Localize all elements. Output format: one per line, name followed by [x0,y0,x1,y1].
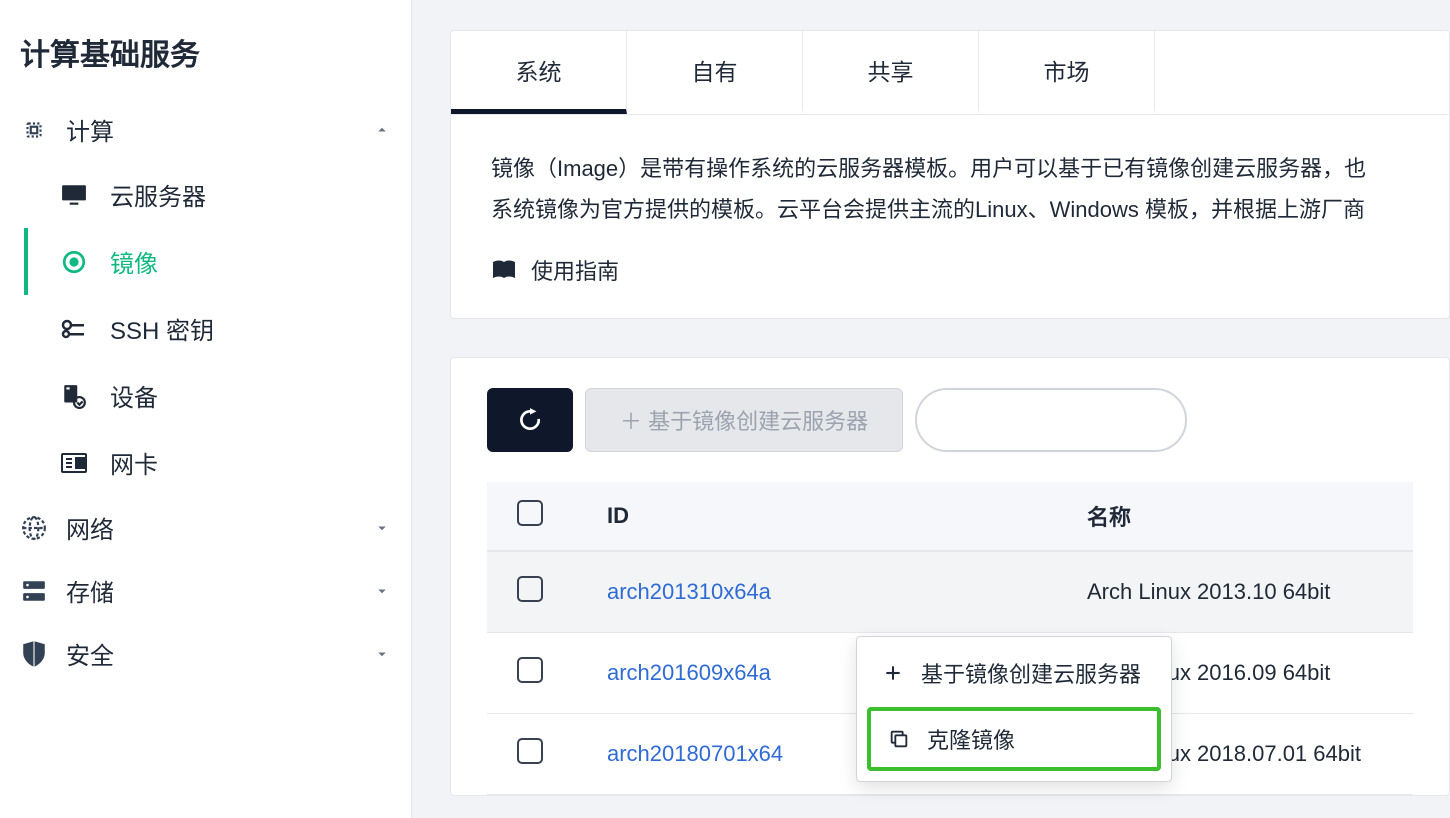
tab-shared[interactable]: 共享 [803,31,979,114]
main-content: 系统 自有 共享 市场 镜像（Image）是带有操作系统的云服务器模板。用户可以… [412,0,1450,818]
plus-icon [879,663,907,683]
copy-icon [885,728,913,750]
toolbar: ＋ 基于镜像创建云服务器 [451,358,1449,482]
nav-group-label: 网络 [66,510,114,545]
create-from-image-button[interactable]: ＋ 基于镜像创建云服务器 [585,388,903,452]
nav-group-label: 存储 [66,573,114,608]
sidebar-title: 计算基础服务 [0,30,411,98]
sidebar: 计算基础服务 计算 云服务器 镜像 SSH 密钥 [0,0,412,818]
row-id[interactable]: arch201310x64a [607,579,1087,605]
chevron-up-icon [373,121,391,139]
chevron-down-icon [373,645,391,663]
nav-item-nic[interactable]: 网卡 [24,429,411,496]
header-checkbox-col [517,500,607,532]
shield-icon [20,640,48,668]
monitor-icon [60,181,88,209]
table-header: ID 名称 [487,482,1413,552]
row-name: Arch Linux 2013.10 64bit [1087,579,1383,605]
nav-item-image[interactable]: 镜像 [24,228,411,295]
tab-market[interactable]: 市场 [979,31,1155,114]
tab-system[interactable]: 系统 [451,31,627,114]
nav-item-label: 镜像 [110,244,158,279]
book-icon [491,260,517,280]
header-id: ID [607,503,1087,529]
refresh-button[interactable] [487,388,573,452]
context-menu: 基于镜像创建云服务器 克隆镜像 [856,636,1172,782]
key-icon [60,315,88,343]
nic-icon [60,449,88,477]
nav-item-label: SSH 密钥 [110,311,214,346]
row-checkbox[interactable] [517,576,543,602]
nav-group-label: 计算 [66,112,114,147]
info-panel: 系统 自有 共享 市场 镜像（Image）是带有操作系统的云服务器模板。用户可以… [450,30,1450,319]
chevron-down-icon [373,582,391,600]
desc-line: 镜像（Image）是带有操作系统的云服务器模板。用户可以基于已有镜像创建云服务器… [491,149,1409,190]
row-checkbox[interactable] [517,738,543,764]
nav-item-ssh-key[interactable]: SSH 密钥 [24,295,411,362]
row-checkbox[interactable] [517,657,543,683]
nav-group-storage[interactable]: 存储 [0,559,411,622]
guide-label: 使用指南 [531,254,619,286]
ctx-create-server[interactable]: 基于镜像创建云服务器 [857,643,1171,703]
chevron-down-icon [373,519,391,537]
desc-line: 系统镜像为官方提供的模板。云平台会提供主流的Linux、Windows 模板，并… [491,190,1409,231]
nav-item-label: 云服务器 [110,177,206,212]
globe-icon [20,514,48,542]
table-row[interactable]: arch201310x64a Arch Linux 2013.10 64bit [487,552,1413,633]
ctx-label: 克隆镜像 [927,723,1015,755]
description-text: 镜像（Image）是带有操作系统的云服务器模板。用户可以基于已有镜像创建云服务器… [451,115,1449,240]
refresh-icon [517,407,543,433]
nav-item-label: 设备 [110,378,158,413]
select-all-checkbox[interactable] [517,500,543,526]
nav-item-device[interactable]: 设备 [24,362,411,429]
nav-group-label: 安全 [66,636,114,671]
nav-group-network[interactable]: 网络 [0,496,411,559]
ctx-label: 基于镜像创建云服务器 [921,657,1141,689]
usage-guide-link[interactable]: 使用指南 [451,240,1449,318]
search-input[interactable] [915,388,1187,452]
nav-group-compute[interactable]: 计算 [0,98,411,161]
tab-owned[interactable]: 自有 [627,31,803,114]
header-name: 名称 [1087,500,1383,532]
nav-item-cloud-server[interactable]: 云服务器 [24,161,411,228]
disc-icon [60,248,88,276]
storage-icon [20,577,48,605]
nav-item-label: 网卡 [110,445,158,480]
nav-sub-compute: 云服务器 镜像 SSH 密钥 设备 网卡 [0,161,411,496]
ctx-clone-image[interactable]: 克隆镜像 [867,707,1161,771]
device-icon [60,382,88,410]
button-label: ＋ 基于镜像创建云服务器 [620,404,868,436]
nav-group-security[interactable]: 安全 [0,622,411,685]
cpu-icon [20,116,48,144]
tabs: 系统 自有 共享 市场 [451,31,1449,115]
